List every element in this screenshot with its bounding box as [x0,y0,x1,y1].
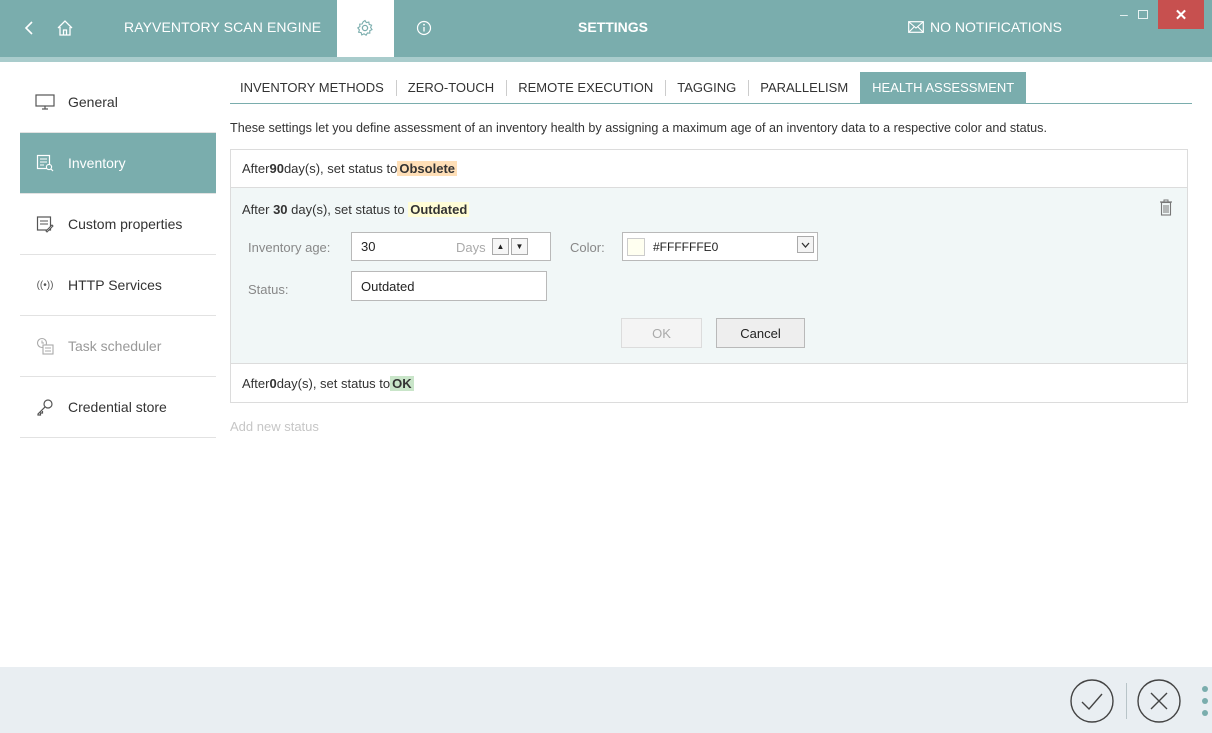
sidebar-item-custom-properties[interactable]: Custom properties [20,194,216,255]
status-days: 0 [269,375,277,391]
sidebar: General Inventory Custom properties ((•)… [20,72,216,438]
status-prefix: After [242,202,274,217]
sidebar-item-http-services[interactable]: ((•)) HTTP Services [20,255,216,316]
app-name[interactable]: RAYVENTORY SCAN ENGINE [124,19,321,35]
color-value: #FFFFFFE0 [653,239,719,254]
status-days: 30 [273,202,288,217]
status-badge: Outdated [408,202,470,217]
status-badge: Obsolete [397,161,457,176]
down-arrow-icon: ▼ [515,242,524,251]
home-icon[interactable] [54,17,76,39]
footer-separator [1126,683,1127,719]
title-bar: RAYVENTORY SCAN ENGINE SETTINGS NO NOTIF… [0,0,1212,57]
decrement-button[interactable]: ▼ [511,238,528,255]
status-value: Outdated [361,278,415,294]
custom-properties-icon [36,216,54,233]
broadcast-icon: ((•)) [36,279,54,291]
cancel-x-icon[interactable] [1136,678,1182,724]
description-text: These settings let you define assessment… [230,121,1047,135]
maximize-button[interactable] [1138,10,1148,19]
inventory-icon [36,154,54,172]
tab-zero-touch[interactable]: ZERO-TOUCH [395,72,506,103]
up-arrow-icon: ▲ [496,242,505,251]
status-list: After 90 day(s), set status to Obsolete … [230,149,1188,403]
status-row-ok[interactable]: After 0 day(s), set status to OK [231,364,1187,402]
tab-remote-execution[interactable]: REMOTE EXECUTION [506,72,665,103]
sidebar-item-label: HTTP Services [68,277,162,293]
sidebar-item-label: Task scheduler [68,338,162,354]
status-badge: OK [390,375,414,391]
gear-icon [356,19,373,36]
footer-bar [0,667,1212,733]
inventory-age-value: 30 [361,239,376,254]
status-label: Status: [248,282,289,297]
envelope-icon [908,21,924,33]
status-row-outdated-editing: After 30 day(s), set status to Outdated … [231,188,1187,364]
minimize-button[interactable]: – [1120,6,1128,22]
status-row-heading: After 30 day(s), set status to Outdated [242,202,470,217]
ok-button[interactable]: OK [621,318,702,348]
tab-health-assessment[interactable]: HEALTH ASSESSMENT [860,72,1027,103]
close-window-button[interactable]: ✕ [1158,0,1204,29]
more-options-icon[interactable] [1201,685,1209,717]
inventory-age-label: Inventory age: [248,240,331,255]
sidebar-item-label: General [68,94,118,110]
tab-parallelism[interactable]: PARALLELISM [748,72,860,103]
confirm-check-icon[interactable] [1069,678,1115,724]
key-icon [37,399,53,416]
status-days: 90 [269,161,284,176]
notifications-button[interactable]: NO NOTIFICATIONS [908,19,1062,35]
status-prefix: After [242,375,270,391]
page-title: SETTINGS [578,19,649,35]
monitor-icon [35,94,55,110]
sidebar-item-label: Custom properties [68,216,183,232]
status-middle: day(s), set status to [283,161,398,176]
info-icon[interactable] [415,19,433,37]
color-swatch [627,237,645,256]
status-row-obsolete[interactable]: After 90 day(s), set status to Obsolete [231,150,1187,188]
sidebar-item-label: Inventory [68,155,126,171]
notifications-label: NO NOTIFICATIONS [930,19,1062,35]
status-middle: day(s), set status to [287,202,409,217]
sidebar-item-inventory[interactable]: Inventory [20,133,216,194]
tab-tagging[interactable]: TAGGING [665,72,748,103]
scheduler-icon [36,337,54,355]
sidebar-item-credential-store[interactable]: Credential store [20,377,216,438]
tab-inventory-methods[interactable]: INVENTORY METHODS [230,72,396,103]
increment-button[interactable]: ▲ [492,238,509,255]
days-unit-label: Days [456,240,486,255]
sidebar-item-general[interactable]: General [20,72,216,133]
status-middle: day(s), set status to [276,375,391,391]
back-arrow-icon[interactable] [22,20,38,36]
header-accent-line [0,57,1212,62]
settings-tabs: INVENTORY METHODS ZERO-TOUCH REMOTE EXEC… [230,72,1192,104]
color-label: Color: [570,240,605,255]
color-select[interactable]: #FFFFFFE0 [622,232,818,261]
status-prefix: After [242,161,270,176]
add-new-status-link[interactable]: Add new status [230,419,319,434]
close-icon: ✕ [1174,6,1188,24]
sidebar-item-task-scheduler[interactable]: Task scheduler [20,316,216,377]
settings-tab[interactable] [337,0,394,57]
cancel-button[interactable]: Cancel [716,318,805,348]
trash-icon[interactable] [1159,199,1173,216]
chevron-down-icon [797,236,814,253]
status-input[interactable]: Outdated [351,271,547,301]
sidebar-item-label: Credential store [68,399,167,415]
